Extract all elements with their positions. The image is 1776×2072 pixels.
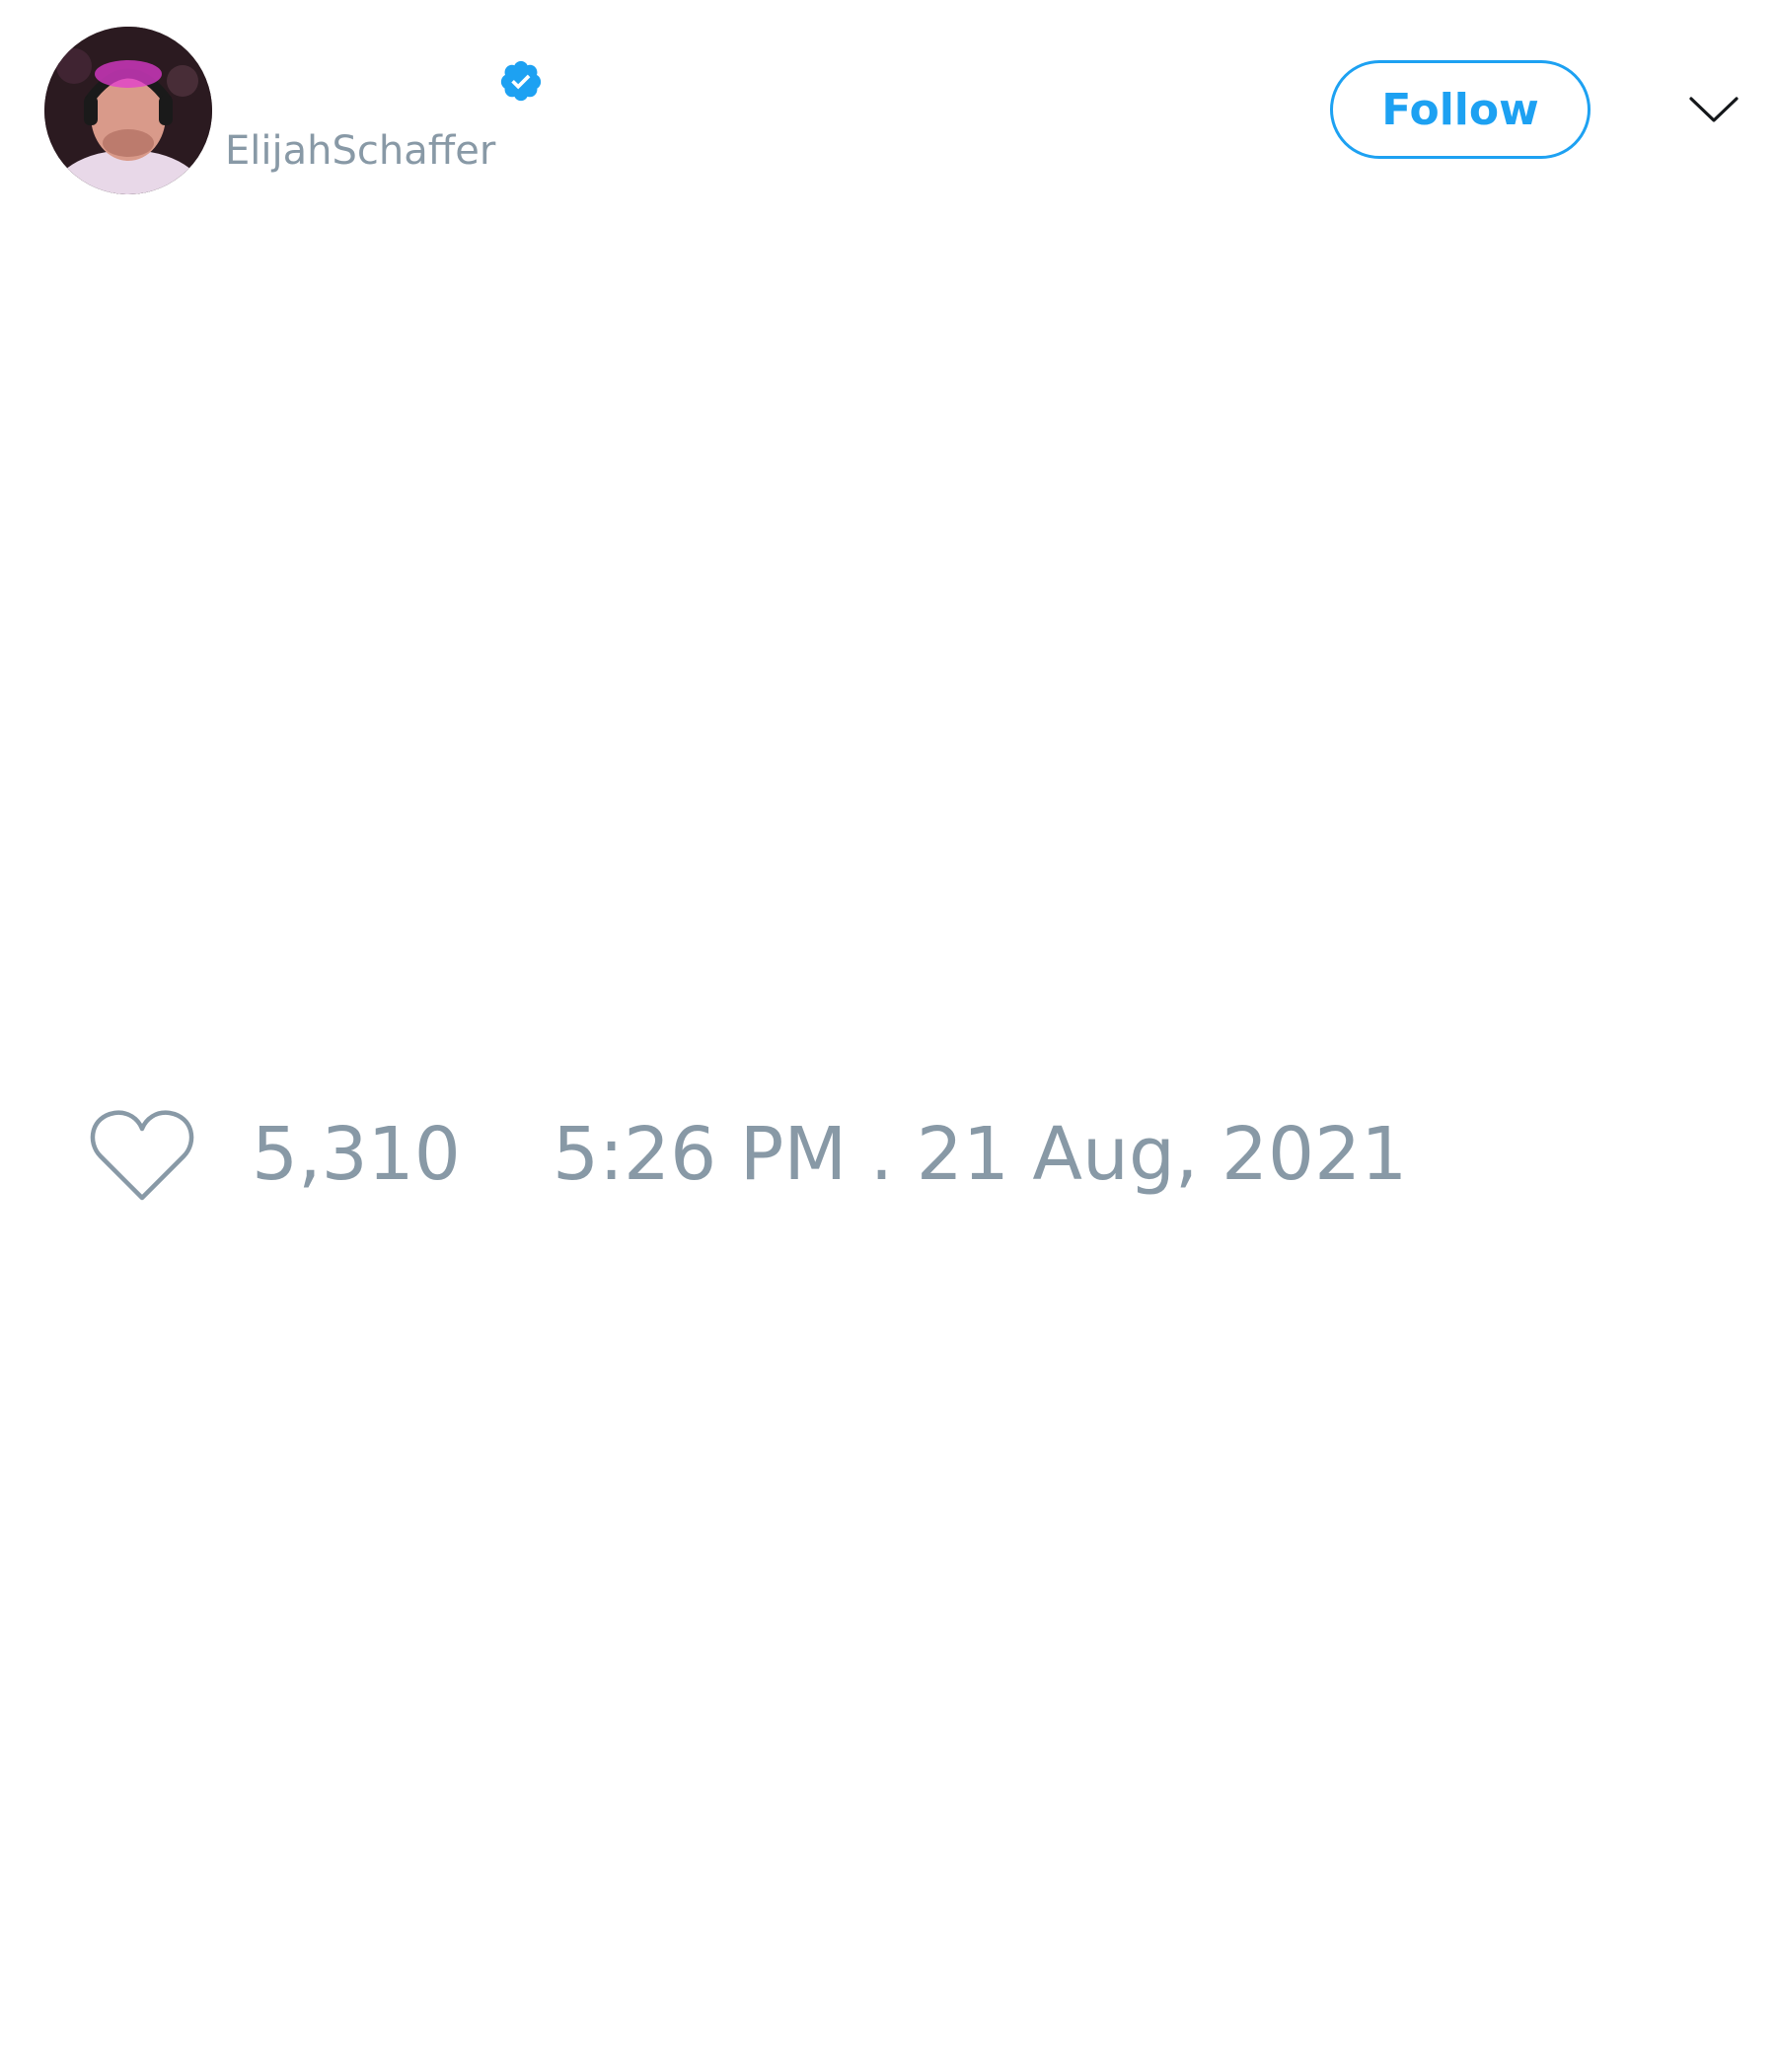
avatar-image xyxy=(44,27,212,194)
tweet-timestamp[interactable]: 5:26 PM . 21 Aug, 2021 xyxy=(553,1110,1407,1199)
verified-badge-icon xyxy=(498,58,544,104)
author-handle[interactable]: ElijahSchaffer xyxy=(225,126,495,176)
like-count: 5,310 xyxy=(252,1112,461,1197)
avatar[interactable] xyxy=(44,27,212,194)
heart-outline-icon[interactable] xyxy=(89,1105,195,1204)
follow-button[interactable]: Follow xyxy=(1330,60,1591,159)
chevron-down-icon[interactable] xyxy=(1687,89,1740,128)
